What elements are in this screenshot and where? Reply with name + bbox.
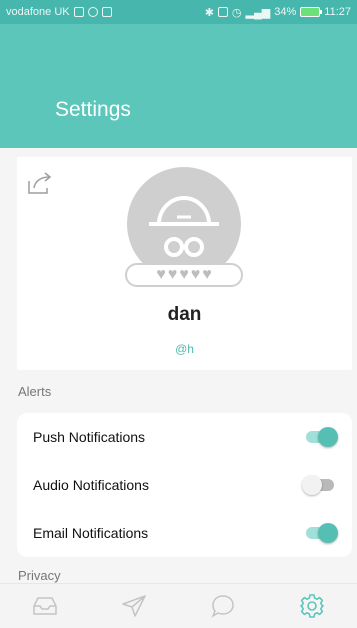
audio-notifications-label: Audio Notifications bbox=[33, 477, 149, 493]
bluetooth-icon: ✱ bbox=[204, 6, 214, 19]
heart-icon: ♥ bbox=[156, 266, 166, 283]
toggle-knob bbox=[318, 523, 338, 543]
email-notifications-toggle[interactable] bbox=[306, 523, 338, 543]
user-handle[interactable]: @h bbox=[17, 342, 352, 356]
chat-icon bbox=[211, 595, 234, 618]
battery-icon bbox=[300, 7, 323, 17]
signal-icon: ▂▄▆ bbox=[245, 6, 271, 19]
battery-percent: 34% bbox=[274, 6, 297, 18]
push-notifications-toggle[interactable] bbox=[306, 427, 338, 447]
section-label-privacy: Privacy bbox=[18, 568, 61, 583]
gear-icon bbox=[300, 594, 325, 618]
heart-icon: ♥ bbox=[202, 266, 212, 283]
usb-icon bbox=[73, 7, 84, 17]
heart-icon: ♥ bbox=[167, 266, 178, 283]
hearts-rating: ♥ ♥ ♥ ♥ ♥ bbox=[125, 263, 243, 287]
push-notifications-row[interactable]: Push Notifications bbox=[17, 413, 352, 461]
heart-icon: ♥ bbox=[190, 266, 201, 283]
audio-notifications-toggle[interactable] bbox=[302, 475, 334, 495]
header: Settings bbox=[0, 24, 357, 148]
toggle-knob bbox=[318, 427, 338, 447]
share-icon[interactable] bbox=[27, 171, 55, 195]
audio-notifications-row[interactable]: Audio Notifications bbox=[17, 461, 352, 509]
tab-chat[interactable] bbox=[203, 588, 243, 624]
whatsapp-icon bbox=[87, 7, 98, 17]
status-left: vodafone UK bbox=[6, 6, 205, 18]
tab-bar bbox=[0, 583, 357, 628]
username: dan bbox=[167, 304, 202, 325]
clock: 11:27 bbox=[324, 6, 351, 18]
alarm-icon: ◷ bbox=[231, 6, 242, 19]
toggle-knob bbox=[302, 475, 322, 495]
page-title: Settings bbox=[55, 98, 131, 121]
send-icon bbox=[122, 595, 146, 617]
email-notifications-label: Email Notifications bbox=[33, 525, 149, 541]
heart-icon: ♥ bbox=[179, 266, 189, 283]
section-label-alerts: Alerts bbox=[18, 384, 52, 399]
status-right: ✱ ◷ ▂▄▆ 34% 11:27 bbox=[205, 6, 351, 19]
profile-card: ♥ ♥ ♥ ♥ ♥ dan @h bbox=[17, 157, 352, 370]
alerts-card: Push Notifications Audio Notifications E… bbox=[17, 413, 352, 557]
image-icon bbox=[101, 7, 112, 17]
tab-inbox[interactable] bbox=[25, 588, 65, 624]
inbox-icon bbox=[32, 597, 57, 615]
vibrate-icon bbox=[217, 7, 228, 17]
status-bar: vodafone UK ✱ ◷ ▂▄▆ 34% 11:27 bbox=[0, 0, 357, 24]
carrier-name: vodafone UK bbox=[6, 6, 70, 18]
tab-settings[interactable] bbox=[292, 588, 332, 624]
email-notifications-row[interactable]: Email Notifications bbox=[17, 509, 352, 557]
push-notifications-label: Push Notifications bbox=[33, 429, 146, 445]
tab-send[interactable] bbox=[114, 588, 154, 624]
